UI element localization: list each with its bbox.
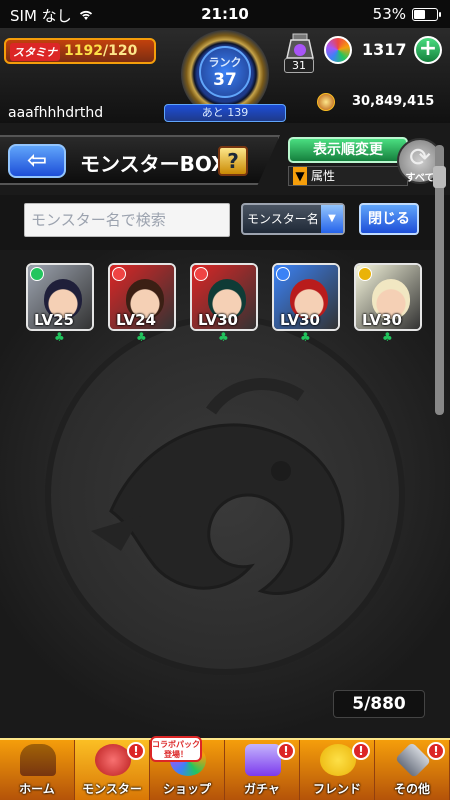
stamina-value: 1192/120 — [64, 43, 137, 59]
rank-inner: ランク 37 — [199, 46, 251, 98]
monster-card-4[interactable]: LV30 — [272, 263, 340, 331]
bottom-nav: ホーム ! モンスター ショップ ! ガチャ ! フレンド ! その他 — [0, 738, 450, 800]
status-right: 53% — [372, 5, 441, 23]
nav-monster[interactable]: ! モンスター — [75, 740, 150, 800]
attribute-filter-label: 属性 — [311, 169, 336, 183]
rank-label: ランク — [208, 56, 242, 69]
monster-level: LV30 — [362, 311, 402, 329]
monster-search-input[interactable] — [24, 203, 230, 237]
monster-level: LV24 — [116, 311, 156, 329]
nav-other[interactable]: ! その他 — [375, 740, 450, 800]
notification-badge: ! — [127, 742, 145, 760]
element-icon — [194, 267, 208, 281]
rank-value: 37 — [213, 70, 237, 90]
search-type-value: モンスター名 — [247, 212, 319, 226]
element-icon — [276, 267, 290, 281]
balloon-icon — [320, 744, 356, 776]
monster-level: LV30 — [280, 311, 320, 329]
stamina-label: スタミナ — [10, 43, 60, 61]
box-count: 5/880 — [333, 690, 425, 718]
collab-pack-tag: コラボパック登場！ — [150, 736, 202, 762]
gacha-characters-icon — [245, 744, 281, 776]
rank-remaining: あと 139 — [164, 104, 286, 122]
element-icon — [112, 267, 126, 281]
nav-label: ガチャ — [244, 782, 280, 796]
notification-badge: ! — [277, 742, 295, 760]
dragon-icon — [95, 744, 131, 776]
attribute-filter[interactable]: ▼ 属性 — [288, 166, 408, 186]
chevron-down-icon: ▼ — [321, 205, 343, 233]
monster-level: LV25 — [34, 311, 74, 329]
nav-label: モンスター — [82, 782, 142, 796]
orb-count: 1317 — [362, 40, 407, 59]
search-type-select[interactable]: モンスター名 ▼ — [241, 203, 345, 235]
player-header: スタミナ 1192/120 ランク 37 あと 139 31 1317 + aa… — [0, 28, 450, 123]
nav-label: フレンド — [312, 782, 361, 796]
nav-label: その他 — [393, 782, 430, 796]
status-bar: SIM なし 21:10 53% — [0, 0, 450, 28]
nav-gacha[interactable]: ! ガチャ — [225, 740, 300, 800]
monster-card-2[interactable]: LV24 — [108, 263, 176, 331]
stamina-current: 1192 — [64, 43, 103, 59]
gold-amount: 30,849,415 — [352, 94, 435, 109]
back-button[interactable]: ⇦ — [8, 144, 66, 178]
notification-badge: ! — [427, 742, 445, 760]
orb-icon — [324, 36, 352, 64]
monster-level: LV30 — [198, 311, 238, 329]
scrollbar-thumb[interactable] — [433, 166, 446, 188]
stamina-max: /120 — [102, 43, 138, 59]
username: aaafhhhdrthd — [8, 105, 104, 121]
nav-friend[interactable]: ! フレンド — [300, 740, 375, 800]
battery-icon — [412, 7, 441, 21]
nav-home[interactable]: ホーム — [0, 740, 75, 800]
clover-icon: ♣ — [300, 330, 311, 344]
filter-icon: ▼ — [293, 167, 307, 185]
element-icon — [358, 267, 372, 281]
home-icon — [20, 744, 56, 776]
nav-label: ホーム — [19, 782, 55, 796]
element-icon — [30, 267, 44, 281]
clover-icon: ♣ — [54, 330, 65, 344]
lab-count: 31 — [284, 58, 314, 73]
clover-icon: ♣ — [382, 330, 393, 344]
stamina-bar[interactable]: スタミナ 1192/120 — [4, 38, 156, 64]
nav-label: ショップ — [162, 782, 211, 796]
buy-orb-button[interactable]: + — [414, 36, 442, 64]
monster-card-1[interactable]: LV25 — [26, 263, 94, 331]
search-row: モンスター名 ▼ 閉じる — [0, 195, 450, 250]
close-search-button[interactable]: 閉じる — [359, 203, 419, 235]
notification-badge: ! — [352, 742, 370, 760]
clover-icon: ♣ — [136, 330, 147, 344]
monster-card-3[interactable]: LV30 — [190, 263, 258, 331]
gold-coin-icon — [317, 93, 335, 111]
clover-icon: ♣ — [218, 330, 229, 344]
monster-card-5[interactable]: LV30 — [354, 263, 422, 331]
sort-order-button[interactable]: 表示順変更 — [288, 137, 408, 163]
other-icon — [394, 741, 432, 779]
battery-fill — [414, 9, 426, 19]
help-button[interactable]: ? — [218, 146, 248, 176]
page-title: モンスターBOX — [80, 152, 227, 176]
dragon-emblem — [45, 315, 405, 675]
battery-percent: 53% — [372, 5, 406, 23]
